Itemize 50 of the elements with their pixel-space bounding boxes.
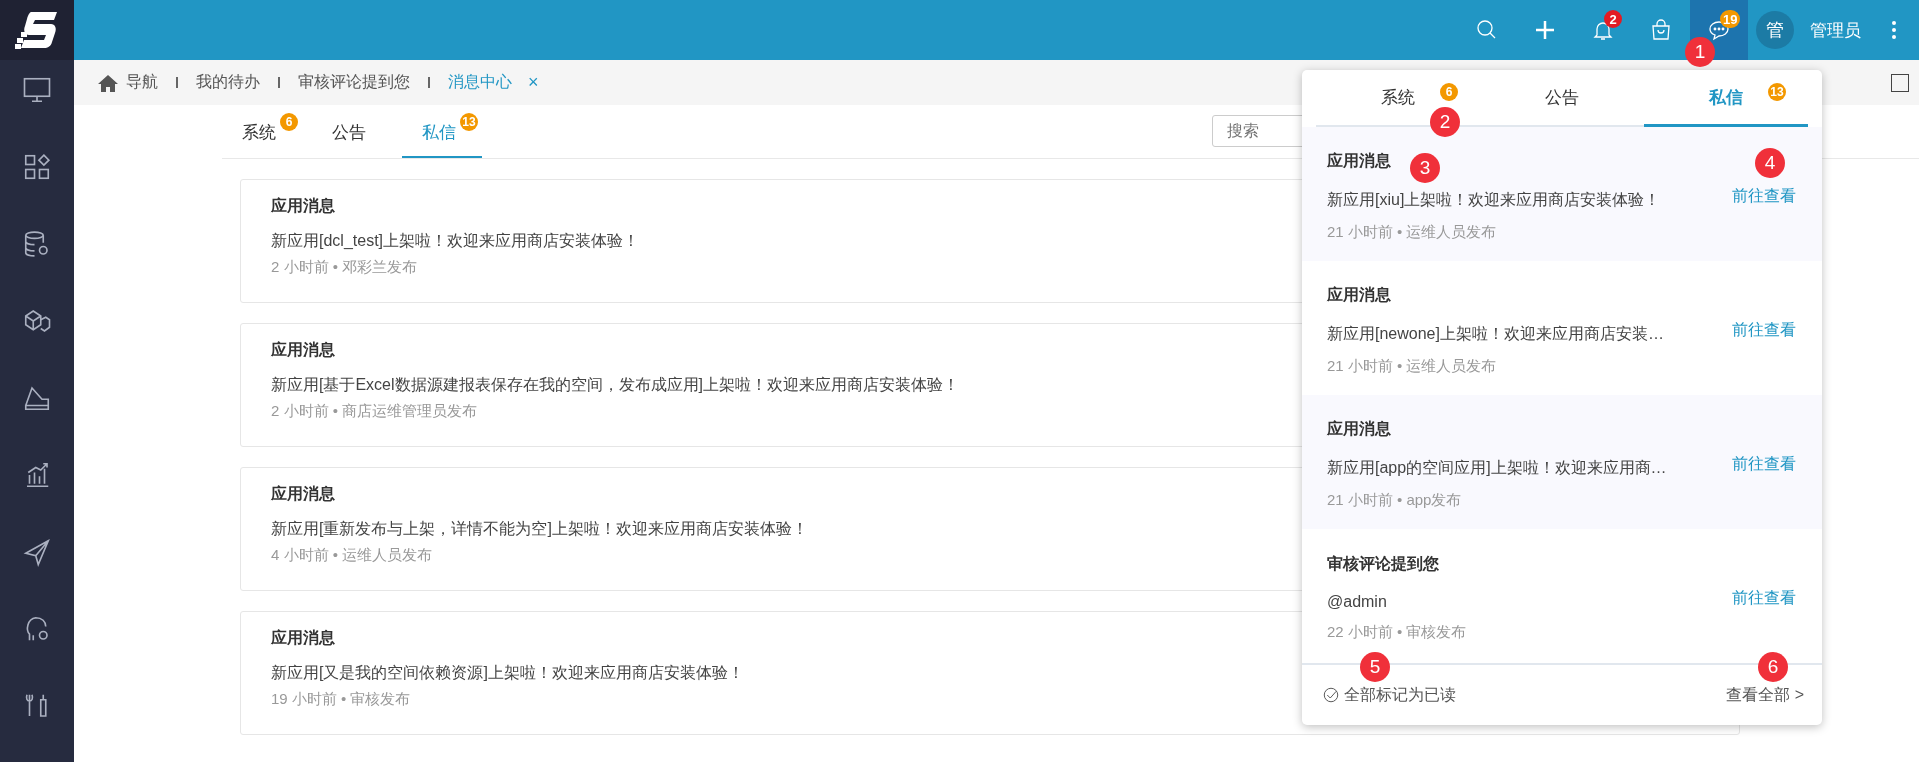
check-circle-icon [1322, 686, 1340, 704]
message-meta: 2 小时前 • 商店运维管理员发布 [271, 402, 478, 421]
home-icon [98, 73, 118, 92]
message-count: 19 [1720, 10, 1741, 28]
paper-plane-icon [22, 537, 52, 567]
notification-count: 2 [1604, 10, 1622, 28]
message-text: 新应用[dcl_test]上架啦！欢迎来应用商店安装体验！ [271, 231, 640, 251]
message-text: 新应用[xiu]上架啦！欢迎来应用商店安装体验！ [1327, 189, 1661, 210]
tab[interactable]: 私信 13 [402, 111, 482, 158]
tab[interactable]: 系统 6 [222, 111, 302, 158]
message-title: 审核评论提到您 [1327, 554, 1439, 574]
message-title: 应用消息 [271, 340, 335, 360]
shopping-bag-icon [1649, 18, 1673, 42]
mark-all-read-button[interactable]: 全部标记为已读 [1322, 684, 1456, 706]
message-text: 新应用[newone]上架啦！欢迎来应用商店安装… [1327, 323, 1664, 344]
user-avatar[interactable]: 管 [1756, 11, 1794, 49]
message-meta: 21 小时前 • 运维人员发布 [1327, 356, 1497, 376]
breadcrumb-tab[interactable]: 我的待办 [196, 72, 260, 93]
message-text: 新应用[基于Excel数据源建报表保存在我的空间，发布成应用]上架啦！欢迎来应用商店安装体验！ [271, 375, 959, 395]
message-title: 应用消息 [271, 628, 335, 648]
maximize-icon[interactable] [1891, 73, 1909, 92]
message-text: @admin [1327, 593, 1387, 611]
message-meta: 22 小时前 • 审核发布 [1327, 623, 1467, 642]
monitor-icon [22, 75, 52, 105]
more-icon[interactable] [1891, 20, 1897, 40]
message-title: 应用消息 [1327, 418, 1391, 439]
breadcrumb-tab[interactable]: 导航 [126, 72, 158, 93]
logo-icon [15, 10, 59, 50]
message-title: 应用消息 [271, 484, 335, 504]
tab[interactable]: 公告 [312, 111, 392, 158]
grid-icon [22, 152, 52, 182]
message-meta: 2 小时前 • 邓彩兰发布 [271, 258, 418, 277]
message-meta: 21 小时前 • app发布 [1327, 490, 1462, 510]
message-text: 新应用[又是我的空间依赖资源]上架啦！欢迎来应用商店安装体验！ [271, 663, 744, 683]
breadcrumb-tab[interactable]: 审核评论提到您 [298, 72, 410, 93]
count-badge: 6 [280, 113, 298, 131]
popup-tab[interactable]: 公告 [1480, 70, 1644, 127]
plus-icon [1533, 18, 1557, 42]
message-title: 应用消息 [271, 196, 335, 216]
message-title: 应用消息 [1327, 284, 1391, 305]
count-badge: 13 [460, 113, 478, 131]
message-meta: 21 小时前 • 运维人员发布 [1327, 222, 1497, 242]
count-badge: 13 [1768, 83, 1786, 101]
notification-button[interactable]: 2 [1574, 0, 1632, 60]
popup-message[interactable]: 应用消息 新应用[app的空间应用]上架啦！欢迎来应用商… 21 小时前 • app发布 前往查看 [1302, 395, 1822, 529]
message-title: 应用消息 [1327, 150, 1391, 171]
message-meta: 19 小时前 • 审核发布 [271, 690, 411, 709]
count-badge: 6 [1440, 83, 1458, 101]
message-text: 新应用[重新发布与上架，详情不能为空]上架啦！欢迎来应用商店安装体验！ [271, 519, 808, 539]
message-meta: 4 小时前 • 运维人员发布 [271, 546, 433, 565]
